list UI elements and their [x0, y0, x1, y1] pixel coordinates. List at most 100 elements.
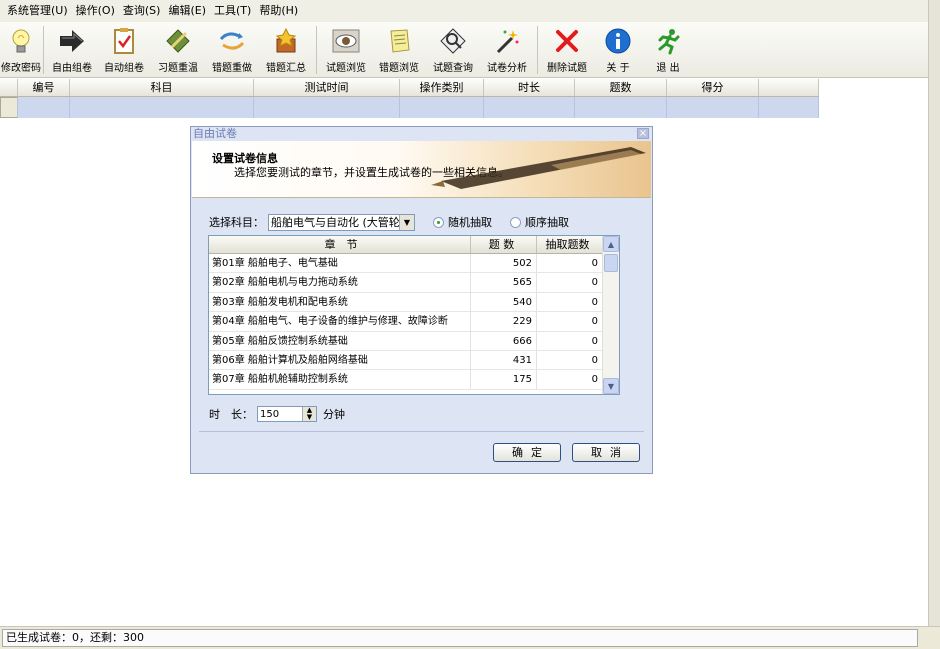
grid-col-duration[interactable]: 时长 — [484, 79, 575, 96]
running-man-icon — [652, 25, 684, 57]
window-right-edge — [928, 0, 940, 649]
chapter-table-header: 章 节 题 数 抽取题数 — [209, 236, 619, 254]
dialog-titlebar: 自由试卷 × — [191, 127, 652, 141]
radio-dot-icon — [510, 216, 521, 228]
chapter-pick[interactable]: 0 — [537, 273, 603, 292]
cancel-button[interactable]: 取消 — [572, 443, 640, 462]
row-selector[interactable] — [0, 97, 18, 118]
browse-wrong-button[interactable]: 错题浏览 — [372, 22, 426, 76]
free-compose-button[interactable]: 自由组卷 — [47, 22, 97, 76]
chapter-table: 章 节 题 数 抽取题数 第01章 船舶电子、电气基础 502 0 第02章 船… — [208, 235, 620, 395]
table-row[interactable]: 第07章 船舶机舱辅助控制系统 175 0 — [209, 370, 619, 390]
table-row[interactable]: 第01章 船舶电子、电气基础 502 0 — [209, 254, 619, 274]
chapter-count: 431 — [471, 350, 537, 370]
redo-wrong-button[interactable]: 错题重做 — [205, 22, 259, 76]
wrong-summary-button[interactable]: 错题汇总 — [259, 22, 313, 76]
chapter-name: 第01章 船舶电子、电气基础 — [209, 254, 471, 273]
delete-questions-button[interactable]: 删除试题 — [541, 22, 593, 76]
grid-header: 编号 科目 测试时间 操作类别 时长 题数 得分 — [0, 79, 819, 97]
free-exam-dialog: 自由试卷 × 设置试卷信息 选择您要测试的章节，并设置生成试卷的一些相关信息。 … — [190, 126, 653, 474]
change-password-button[interactable]: 修改密码 — [1, 22, 41, 76]
grid-col-test-time[interactable]: 测试时间 — [254, 79, 400, 96]
chapter-count: 229 — [471, 312, 537, 331]
menu-help[interactable]: 帮助(H) — [255, 0, 302, 22]
duration-label: 时 长： — [209, 408, 253, 421]
chapter-pick[interactable]: 0 — [537, 292, 603, 312]
menu-system[interactable]: 系统管理(U) — [3, 0, 72, 22]
exam-grid: 编号 科目 测试时间 操作类别 时长 题数 得分 — [0, 79, 819, 119]
red-x-icon — [551, 25, 583, 57]
chapter-name: 第02章 船舶电机与电力拖动系统 — [209, 273, 471, 292]
toolbar-separator — [316, 26, 317, 74]
notepad-icon — [383, 25, 415, 57]
grid-corner — [0, 79, 18, 96]
browse-questions-button[interactable]: 试题浏览 — [320, 22, 372, 76]
col-count[interactable]: 题 数 — [471, 236, 537, 253]
chapter-count: 565 — [471, 273, 537, 292]
close-icon[interactable]: × — [637, 128, 649, 139]
chevron-down-icon[interactable]: ▼ — [399, 214, 414, 230]
radio-dot-icon — [433, 216, 444, 228]
random-pick-label: 随机抽取 — [448, 216, 492, 229]
subject-row: 选择科目： 船舶电气与自动化 (大管轮 ▼ 随机抽取 顺序抽取 — [209, 213, 569, 231]
table-row[interactable]: 第04章 船舶电气、电子设备的维护与修理、故障诊断 229 0 — [209, 312, 619, 332]
exit-button[interactable]: 退 出 — [643, 22, 693, 76]
chapter-pick[interactable]: 0 — [537, 312, 603, 331]
about-button[interactable]: 关 于 — [593, 22, 643, 76]
chapter-pick[interactable]: 0 — [537, 350, 603, 370]
dialog-banner: 设置试卷信息 选择您要测试的章节，并设置生成试卷的一些相关信息。 — [192, 141, 651, 198]
chapter-count: 540 — [471, 292, 537, 312]
grid-col-subject[interactable]: 科目 — [70, 79, 254, 96]
chapter-pick[interactable]: 0 — [537, 254, 603, 273]
table-row[interactable] — [0, 97, 819, 118]
menu-edit[interactable]: 编辑(E) — [164, 0, 210, 22]
dialog-divider — [199, 431, 644, 432]
grid-col-id[interactable]: 编号 — [18, 79, 70, 96]
sequential-pick-label: 顺序抽取 — [525, 216, 569, 229]
sequential-pick-radio[interactable]: 顺序抽取 — [510, 214, 569, 230]
duration-stepper[interactable]: 150 ▲ ▼ — [257, 406, 317, 422]
chapter-name: 第05章 船舶反馈控制系统基础 — [209, 331, 471, 350]
table-row[interactable]: 第02章 船舶电机与电力拖动系统 565 0 — [209, 273, 619, 293]
scroll-up-icon[interactable]: ▲ — [603, 236, 619, 252]
table-scrollbar[interactable]: ▲ ▼ — [602, 236, 619, 394]
ok-button[interactable]: 确定 — [493, 443, 561, 462]
subject-select[interactable]: 船舶电气与自动化 (大管轮 ▼ — [268, 213, 415, 231]
menu-operation[interactable]: 操作(O) — [72, 0, 119, 22]
grid-col-count[interactable]: 题数 — [575, 79, 667, 96]
col-chapter[interactable]: 章 节 — [209, 236, 471, 253]
subject-label: 选择科目： — [209, 216, 264, 229]
clipboard-check-icon — [108, 25, 140, 57]
arrow-right-icon — [56, 25, 88, 57]
review-exercises-button[interactable]: 习题重温 — [151, 22, 205, 76]
status-bar: 已生成试卷：0，还剩：300 — [0, 626, 940, 649]
table-row[interactable]: 第05章 船舶反馈控制系统基础 666 0 — [209, 331, 619, 351]
box-star-icon — [270, 25, 302, 57]
table-row[interactable]: 第06章 船舶计算机及船舶网络基础 431 0 — [209, 350, 619, 371]
duration-value[interactable]: 150 — [260, 409, 302, 420]
menu-tools[interactable]: 工具(T) — [210, 0, 255, 22]
grid-col-score[interactable]: 得分 — [667, 79, 759, 96]
exam-analysis-button[interactable]: 试卷分析 — [480, 22, 534, 76]
chapter-pick[interactable]: 0 — [537, 370, 603, 389]
query-questions-button[interactable]: 试题查询 — [426, 22, 480, 76]
scroll-thumb[interactable] — [604, 254, 618, 272]
scroll-down-icon[interactable]: ▼ — [603, 378, 619, 394]
recycle-arrows-icon — [216, 25, 248, 57]
random-pick-radio[interactable]: 随机抽取 — [433, 214, 492, 230]
eye-icon — [330, 25, 362, 57]
magnifier-icon — [437, 25, 469, 57]
spin-arrows-icon[interactable]: ▲ ▼ — [302, 407, 316, 421]
toolbar: 修改密码 自由组卷 自动组卷 习题重温 错题重做 错题汇总 试题浏览 错题浏览 … — [0, 22, 940, 78]
chapter-pick[interactable]: 0 — [537, 331, 603, 350]
lightbulb-icon — [5, 25, 37, 57]
menu-query[interactable]: 查询(S) — [119, 0, 165, 22]
grid-col-operation[interactable]: 操作类别 — [400, 79, 484, 96]
chapter-count: 666 — [471, 331, 537, 350]
col-pick[interactable]: 抽取题数 — [537, 236, 603, 253]
table-row[interactable]: 第03章 船舶发电机和配电系统 540 0 — [209, 292, 619, 313]
auto-compose-button[interactable]: 自动组卷 — [97, 22, 151, 76]
chapter-name: 第03章 船舶发电机和配电系统 — [209, 292, 471, 312]
status-text: 已生成试卷：0，还剩：300 — [2, 629, 918, 647]
chapter-name: 第06章 船舶计算机及船舶网络基础 — [209, 350, 471, 370]
